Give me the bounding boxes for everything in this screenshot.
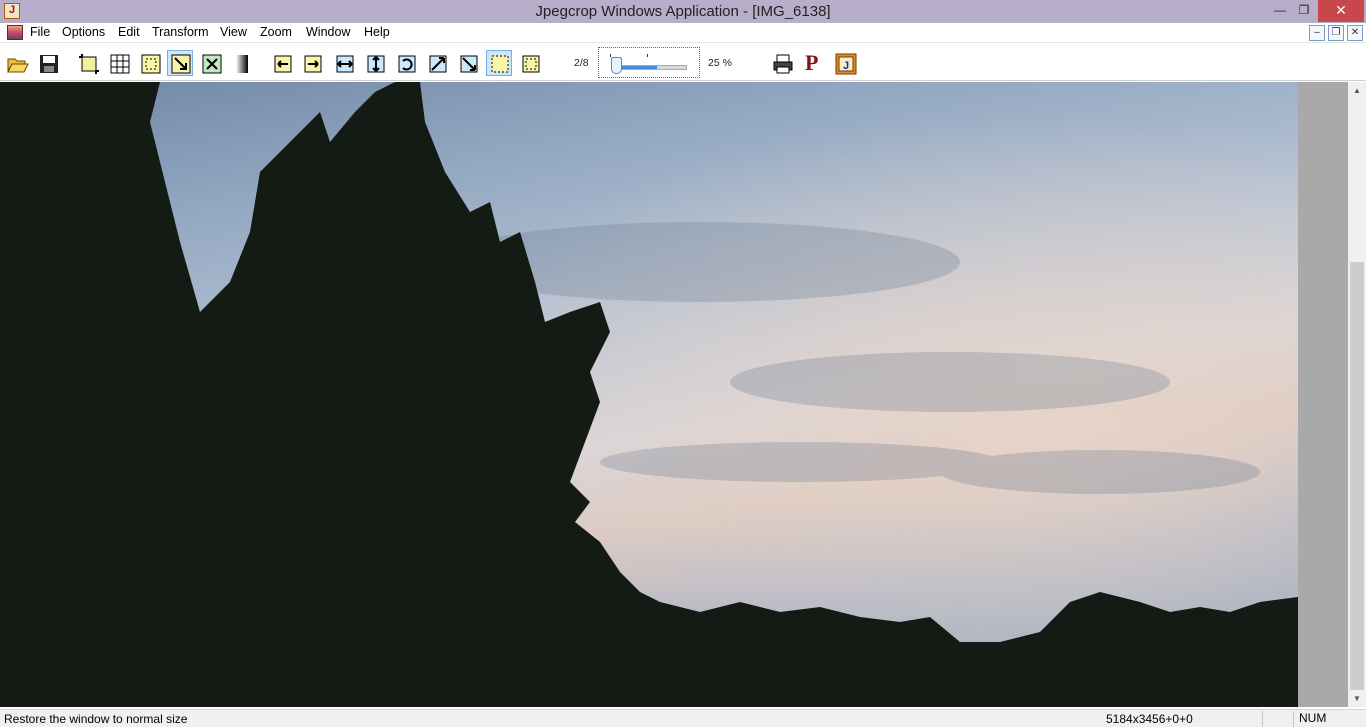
- transverse-button[interactable]: [455, 50, 481, 76]
- menu-transform[interactable]: Transform: [152, 25, 209, 39]
- status-message: Restore the window to normal size: [4, 712, 188, 726]
- canvas-background: [1298, 82, 1348, 707]
- select-all-icon: [491, 55, 509, 73]
- about-button[interactable]: J: [832, 50, 858, 76]
- grid-button[interactable]: [106, 50, 132, 76]
- printer-icon: [773, 54, 793, 74]
- flip-vertical-icon: [367, 55, 385, 73]
- deselect-icon: [522, 55, 540, 73]
- gradient-button[interactable]: [229, 50, 255, 76]
- status-bar: Restore the window to normal size 5184x3…: [0, 709, 1366, 727]
- fit-window-button[interactable]: [167, 50, 193, 76]
- rotate-right-button[interactable]: [299, 50, 325, 76]
- selection-button[interactable]: [137, 50, 163, 76]
- flip-horizontal-button[interactable]: [331, 50, 357, 76]
- fit-arrow-icon: [171, 54, 191, 74]
- transpose-icon: [429, 55, 447, 73]
- properties-button[interactable]: P: [800, 50, 826, 76]
- scrollbar-thumb[interactable]: [1350, 262, 1364, 690]
- title-bar: Jpegcrop Windows Application - [IMG_6138…: [0, 0, 1366, 23]
- mdi-minimize-button[interactable]: –: [1309, 25, 1325, 41]
- maximize-button[interactable]: ❐: [1289, 0, 1319, 22]
- p-letter: P: [805, 50, 819, 75]
- image-info: 5184x3456+0+0: [1106, 712, 1193, 726]
- fit-image-icon: [202, 54, 222, 74]
- floppy-disk-icon: [40, 55, 58, 73]
- menu-bar: File Options Edit Transform View Zoom Wi…: [0, 23, 1366, 43]
- grid-icon: [110, 54, 130, 74]
- menu-edit[interactable]: Edit: [118, 25, 140, 39]
- tree-silhouette-image: [0, 82, 1298, 707]
- menu-file[interactable]: File: [30, 25, 50, 39]
- open-button[interactable]: [4, 50, 30, 76]
- scroll-down-arrow-icon[interactable]: ▼: [1348, 690, 1366, 707]
- menu-zoom[interactable]: Zoom: [260, 25, 292, 39]
- rotate-right-icon: [304, 55, 322, 73]
- zoom-slider[interactable]: [598, 47, 700, 78]
- crop-icon: [79, 54, 99, 74]
- gradient-icon: [236, 55, 248, 73]
- print-button[interactable]: [769, 50, 795, 76]
- jpegcrop-logo-icon: J: [835, 53, 857, 75]
- select-all-button[interactable]: [486, 50, 512, 76]
- flip-horizontal-icon: [336, 55, 354, 73]
- toolbar: 2/8 25 % P J: [0, 44, 1366, 81]
- fit-image-button[interactable]: [198, 50, 224, 76]
- transverse-icon: [460, 55, 478, 73]
- rotate-left-icon: [274, 55, 292, 73]
- transpose-button[interactable]: [424, 50, 450, 76]
- mdi-restore-button[interactable]: ❐: [1328, 25, 1344, 41]
- crop-button[interactable]: [75, 50, 101, 76]
- window-title: Jpegcrop Windows Application - [IMG_6138…: [535, 3, 831, 20]
- rotate-button[interactable]: [393, 50, 419, 76]
- slider-tick: [647, 54, 648, 57]
- menu-help[interactable]: Help: [364, 25, 390, 39]
- menu-options[interactable]: Options: [62, 25, 105, 39]
- deselect-button[interactable]: [517, 50, 543, 76]
- menu-view[interactable]: View: [220, 25, 247, 39]
- svg-text:J: J: [843, 60, 849, 72]
- folder-open-icon: [7, 58, 29, 73]
- slider-thumb[interactable]: [611, 57, 622, 74]
- status-divider: [1262, 711, 1263, 727]
- zoom-percent: 25 %: [708, 57, 732, 69]
- scale-fraction: 2/8: [574, 57, 589, 69]
- scroll-up-arrow-icon[interactable]: ▲: [1348, 82, 1366, 99]
- num-lock-indicator: NUM: [1293, 711, 1337, 727]
- image-canvas[interactable]: [0, 82, 1298, 707]
- slider-track: [613, 65, 687, 70]
- selection-icon: [141, 54, 161, 74]
- close-button[interactable]: ✕: [1318, 0, 1364, 22]
- flip-vertical-button[interactable]: [362, 50, 388, 76]
- rotate-icon: [398, 55, 416, 73]
- document-icon[interactable]: [7, 25, 23, 40]
- save-button[interactable]: [35, 50, 61, 76]
- mdi-close-button[interactable]: ✕: [1347, 25, 1363, 41]
- menu-window[interactable]: Window: [306, 25, 350, 39]
- rotate-left-button[interactable]: [269, 50, 295, 76]
